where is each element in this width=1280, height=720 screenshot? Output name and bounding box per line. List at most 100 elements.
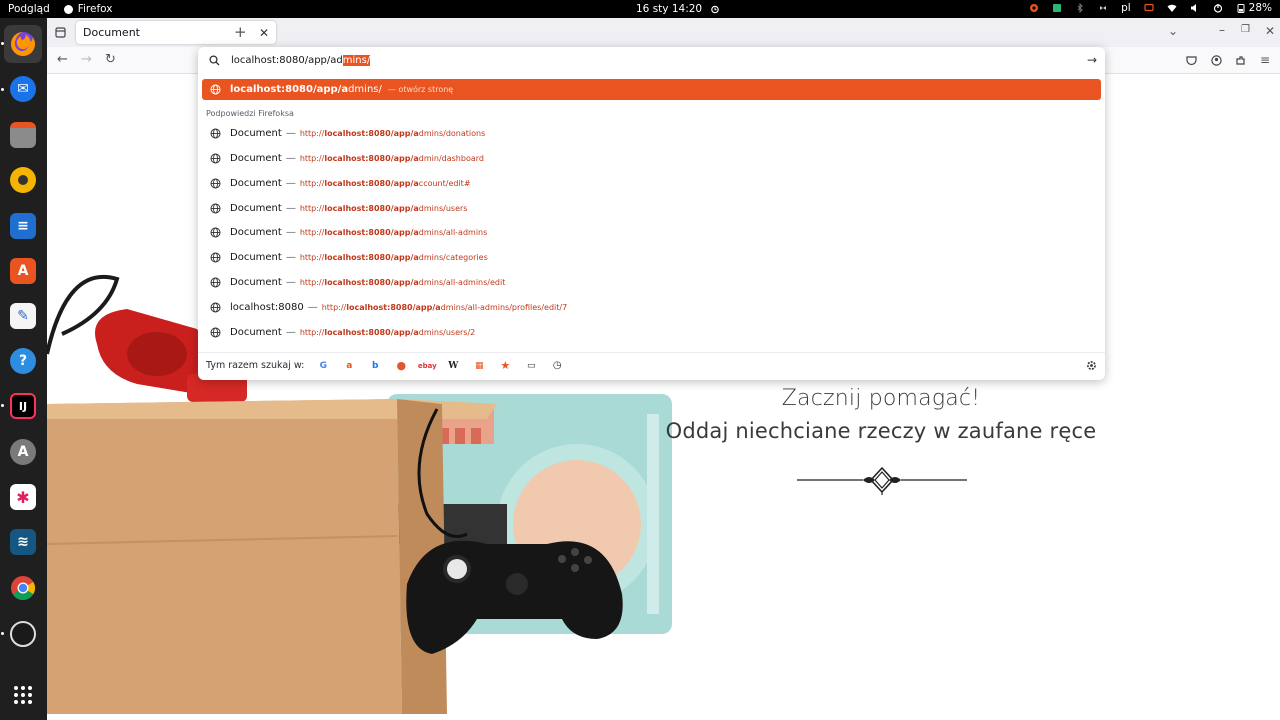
maximize-icon[interactable]: ❐ (1241, 24, 1250, 35)
writer-icon: ≡ (10, 213, 36, 239)
suggestion-row[interactable]: Document — http://localhost:8080/app/admin… (202, 246, 1101, 268)
forward-icon[interactable]: → (81, 52, 92, 67)
suggestion-url-scheme: http:// (299, 277, 325, 287)
google-icon[interactable]: G (316, 359, 330, 373)
dock-thunderbird[interactable]: ✉ (8, 74, 38, 104)
dock-slack[interactable]: ✱ (8, 482, 38, 512)
search-settings-icon[interactable] (1086, 360, 1097, 371)
go-arrow-icon[interactable]: → (1087, 53, 1097, 67)
suggestion-title: Document (230, 152, 282, 164)
running-indicator (1, 88, 4, 91)
autofill-action: — otwórz stronę (387, 85, 454, 94)
activities-label[interactable]: Podgląd (8, 3, 50, 15)
tab-title: Document (83, 26, 140, 39)
mysql-workbench-icon: ≋ (10, 529, 36, 555)
suggestion-url-rest: dmins/all-admins/profiles/edit/7 (440, 302, 568, 312)
suggestion-row[interactable]: Document — http://localhost:8080/app/admin… (202, 321, 1101, 343)
suggestion-url: http://localhost:8080/app/admins/categor… (300, 253, 488, 262)
dock-mysql[interactable]: ≋ (8, 527, 38, 557)
text-editor-icon: ✎ (10, 303, 36, 329)
pocket-icon[interactable] (1186, 56, 1197, 66)
thunderbird-icon: ✉ (10, 76, 36, 102)
bookmarks-icon[interactable]: ★ (498, 359, 512, 373)
dock-help[interactable]: ? (8, 346, 38, 376)
suggestion-row[interactable]: Document — http://localhost:8080/app/admin… (202, 122, 1101, 144)
dock-obs[interactable] (8, 619, 38, 649)
dock-chrome[interactable] (8, 573, 38, 603)
rhythmbox-icon (10, 167, 36, 193)
suggestion-url-match: localhost:8080/app/a (324, 203, 419, 213)
reload-icon[interactable]: ↻ (105, 52, 116, 67)
suggestion-separator: — (285, 127, 296, 139)
suggestion-row[interactable]: Document — http://localhost:8080/app/accou… (202, 172, 1101, 194)
suggestion-url: http://localhost:8080/app/admins/all-adm… (300, 278, 506, 287)
dock-app-center[interactable]: A (8, 256, 38, 286)
system-tray[interactable]: pl 28% (1029, 2, 1272, 14)
close-window-icon[interactable]: ✕ (1265, 24, 1275, 38)
volume-icon (1190, 4, 1196, 12)
firefox-view-icon[interactable] (55, 27, 66, 38)
tabs-search-icon[interactable]: ▭ (524, 359, 538, 373)
suggestion-separator: — (285, 326, 296, 338)
dock-text-editor[interactable]: ✎ (8, 301, 38, 331)
duckduckgo-icon[interactable]: ● (394, 359, 408, 373)
back-icon[interactable]: ← (57, 52, 68, 67)
dock-files[interactable] (8, 120, 38, 150)
running-indicator (1, 404, 4, 407)
ebay-icon[interactable]: ebay (418, 359, 437, 373)
suggestion-title: Document (230, 251, 282, 263)
suggestion-url-rest: dmins/all-admins/edit (418, 277, 506, 287)
intellij-icon: IJ (10, 393, 36, 419)
suggestion-url-scheme: http:// (299, 227, 325, 237)
suggestion-url-match: localhost:8080/app/a (324, 327, 419, 337)
clock[interactable]: 16 sty 14:20 (636, 3, 720, 15)
suggestion-url: http://localhost:8080/app/admins/donatio… (300, 129, 485, 138)
account-icon[interactable] (1211, 55, 1222, 66)
dock-show-apps[interactable] (8, 680, 38, 710)
dock-intellij[interactable]: IJ (8, 391, 38, 421)
new-tab-icon[interactable]: + (234, 23, 247, 41)
show-apps-icon (14, 686, 32, 704)
suggestion-url-scheme: http:// (299, 203, 325, 213)
suggestion-row[interactable]: Document — http://localhost:8080/app/admin… (202, 197, 1101, 219)
suggestion-row[interactable]: Document — http://localhost:8080/app/admin… (202, 147, 1101, 169)
battery-percent: 28% (1248, 2, 1272, 14)
autofill-url-bold: localhost:8080/app/a (230, 84, 349, 95)
suggestion-title: Document (230, 127, 282, 139)
history-icon[interactable]: ◷ (550, 359, 564, 373)
suggestion-url-rest: dmin/dashboard (418, 153, 484, 163)
suggestion-url-match: localhost:8080/app/a (324, 128, 419, 138)
globe-icon (210, 84, 221, 95)
urlbar-input[interactable]: localhost:8080/app/admins/ (231, 55, 371, 66)
suggestion-title: Document (230, 226, 282, 238)
screen-icon (1053, 4, 1062, 12)
tabs-icon[interactable]: ▦ (472, 359, 486, 373)
list-tabs-icon[interactable]: ⌄ (1168, 24, 1178, 38)
urlbar[interactable]: localhost:8080/app/admins/ → (198, 47, 1105, 75)
bing-icon[interactable]: b (368, 359, 382, 373)
amazon-icon[interactable]: a (342, 359, 356, 373)
dock-writer[interactable]: ≡ (8, 211, 38, 241)
software-updater-icon: A (10, 439, 36, 465)
autofill-result-row[interactable]: localhost:8080/app/a dmins/ — otwórz stro… (202, 79, 1101, 100)
suggestion-url-rest: dmins/users/2 (418, 327, 476, 337)
url-autofill-selection: mins/ (342, 55, 371, 66)
suggestion-url-match: localhost:8080/app/a (324, 227, 419, 237)
suggestion-row[interactable]: localhost:8080— http://localhost:8080/app… (202, 296, 1101, 318)
app-menu-icon[interactable]: ≡ (1260, 53, 1270, 67)
dock-updater[interactable]: A (8, 437, 38, 467)
minimize-icon[interactable]: – (1219, 23, 1225, 37)
suggestion-separator: — (285, 177, 296, 189)
dock-rhythmbox[interactable] (8, 165, 38, 195)
active-app-menu[interactable]: Firefox (63, 3, 113, 15)
extensions-icon[interactable] (1235, 55, 1246, 66)
suggestion-url: http://localhost:8080/app/admins/users (300, 204, 468, 213)
suggestion-url: http://localhost:8080/app/admin/dashboar… (300, 154, 484, 163)
suggestion-row[interactable]: Document — http://localhost:8080/app/admin… (202, 221, 1101, 243)
dock-firefox[interactable] (4, 25, 42, 63)
battery-indicator: 28% (1236, 2, 1272, 14)
close-tab-icon[interactable]: ✕ (259, 26, 276, 40)
wikipedia-icon[interactable]: W (446, 359, 460, 373)
suggestion-row[interactable]: Document — http://localhost:8080/app/admin… (202, 271, 1101, 293)
suggestion-url: http://localhost:8080/app/admins/users/2 (300, 328, 475, 337)
